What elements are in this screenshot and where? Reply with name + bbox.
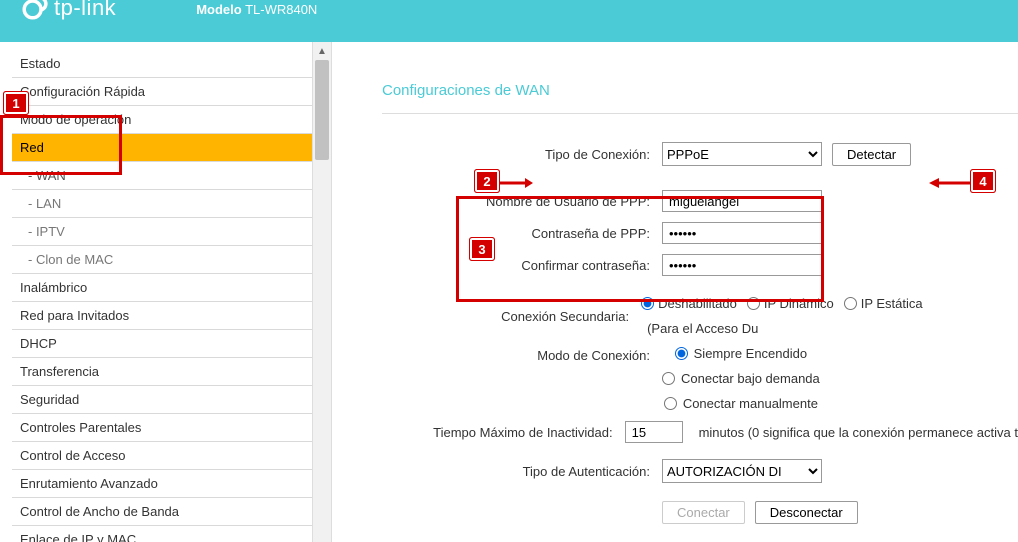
label-auth-type: Tipo de Autenticación: [382,464,662,479]
sidebar-item-enrutamiento-avanzado[interactable]: Enrutamiento Avanzado [12,470,312,498]
sidebar-item-control-acceso[interactable]: Control de Acceso [12,442,312,470]
ppp-pass-confirm-input[interactable] [662,254,822,276]
label-conn-type: Tipo de Conexión: [382,147,662,162]
scroll-thumb[interactable] [315,60,329,160]
sidebar-item-estado[interactable]: Estado [12,50,312,78]
sidebar-item-enlace-ip-mac[interactable]: Enlace de IP y MAC [12,526,312,542]
radio-sec-disabled[interactable]: Deshabilitado [641,296,737,311]
radio-mode-always[interactable]: Siempre Encendido [675,346,807,361]
sidebar-scrollbar[interactable]: ▲ [312,42,332,542]
section-title: Configuraciones de WAN [382,82,1018,99]
sidebar-subitem-clon-mac[interactable]: - Clon de MAC [12,246,312,274]
brand-text: tp-link [54,0,116,21]
sidebar-item-red-invitados[interactable]: Red para Invitados [12,302,312,330]
radio-sec-dyn-ip[interactable]: IP Dinámico [747,296,834,311]
sidebar-menu: Estado Configuración Rápida Modo de oper… [0,42,312,542]
sidebar-subitem-wan[interactable]: - WAN [12,162,312,190]
scroll-up-icon[interactable]: ▲ [313,42,331,60]
ppp-pass-input[interactable] [662,222,822,244]
radio-sec-static-ip[interactable]: IP Estática [844,296,923,311]
label-max-idle: Tiempo Máximo de Inactividad: [382,425,625,440]
sidebar-item-red[interactable]: Red [12,134,312,162]
label-secondary-conn: Conexión Secundaria: [382,309,641,324]
radio-mode-manual[interactable]: Conectar manualmente [664,396,818,411]
sidebar-item-inalambrico[interactable]: Inalámbrico [12,274,312,302]
tp-link-logo-icon [20,0,48,22]
max-idle-hint: minutos (0 significa que la conexión per… [699,425,1018,440]
label-ppp-pass: Contraseña de PPP: [382,226,662,241]
label-ppp-pass-confirm: Confirmar contraseña: [382,258,662,273]
max-idle-input[interactable] [625,421,683,443]
label-ppp-user: Nombre de Usuario de PPP: [382,194,662,209]
detect-button[interactable]: Detectar [832,143,911,166]
sidebar-item-config-rapida[interactable]: Configuración Rápida [12,78,312,106]
sidebar-item-control-ancho-banda[interactable]: Control de Ancho de Banda [12,498,312,526]
sidebar-item-transferencia[interactable]: Transferencia [12,358,312,386]
sidebar-subitem-lan[interactable]: - LAN [12,190,312,218]
disconnect-button[interactable]: Desconectar [755,501,858,524]
sidebar-item-controles-parentales[interactable]: Controles Parentales [12,414,312,442]
label-conn-mode: Modo de Conexión: [382,346,662,363]
wan-settings-panel: Configuraciones de WAN Tipo de Conexión:… [332,42,1018,542]
model-info: Modelo TL-WR840N [196,2,317,17]
radio-mode-demand[interactable]: Conectar bajo demanda [662,371,820,386]
app-header: tp-link Modelo TL-WR840N [0,0,1018,42]
auth-type-select[interactable]: AUTORIZACIÓN DI [662,459,822,483]
conn-type-select[interactable]: PPPoE [662,142,822,166]
connect-button[interactable]: Conectar [662,501,745,524]
sidebar-item-dhcp[interactable]: DHCP [12,330,312,358]
section-divider [382,113,1018,114]
sidebar-item-seguridad[interactable]: Seguridad [12,386,312,414]
sec-conn-hint: (Para el Acceso Du [647,321,758,336]
sidebar-item-modo-operacion[interactable]: Modo de operación [12,106,312,134]
sidebar-subitem-iptv[interactable]: - IPTV [12,218,312,246]
ppp-user-input[interactable] [662,190,822,212]
